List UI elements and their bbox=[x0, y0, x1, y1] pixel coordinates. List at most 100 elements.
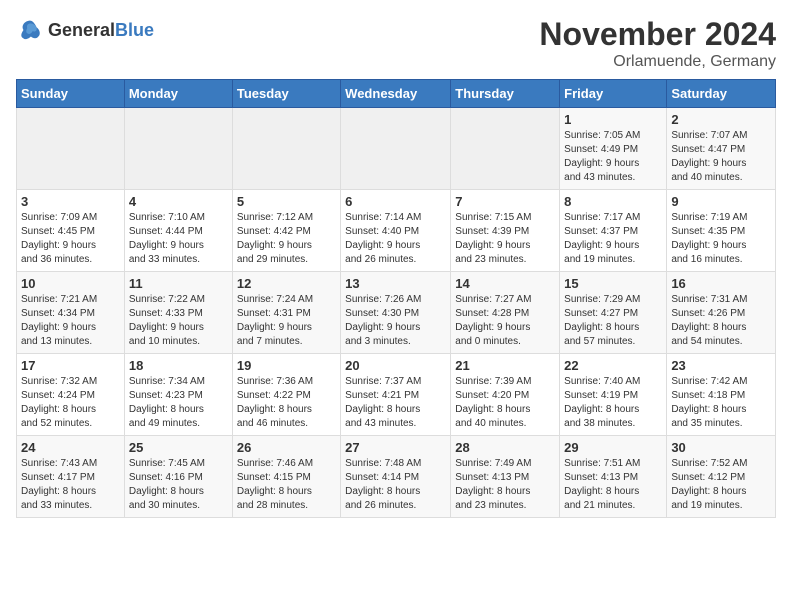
day-info: Sunrise: 7:36 AM Sunset: 4:22 PM Dayligh… bbox=[237, 375, 336, 431]
weekday-header-monday: Monday bbox=[124, 80, 232, 108]
logo-blue: Blue bbox=[115, 20, 154, 40]
day-cell: 10 Sunrise: 7:21 AM Sunset: 4:34 PM Dayli… bbox=[17, 272, 125, 354]
day-info: Sunrise: 7:48 AM Sunset: 4:14 PM Dayligh… bbox=[345, 457, 446, 513]
day-number: 24 bbox=[21, 440, 120, 455]
day-info: Sunrise: 7:22 AM Sunset: 4:33 PM Dayligh… bbox=[129, 293, 228, 349]
day-cell: 7 Sunrise: 7:15 AM Sunset: 4:39 PM Daylig… bbox=[451, 190, 560, 272]
day-number: 4 bbox=[129, 194, 228, 209]
day-number: 27 bbox=[345, 440, 446, 455]
day-info: Sunrise: 7:17 AM Sunset: 4:37 PM Dayligh… bbox=[564, 211, 662, 267]
weekday-row: SundayMondayTuesdayWednesdayThursdayFrid… bbox=[17, 80, 776, 108]
day-number: 7 bbox=[455, 194, 555, 209]
day-number: 26 bbox=[237, 440, 336, 455]
day-number: 29 bbox=[564, 440, 662, 455]
weekday-header-wednesday: Wednesday bbox=[341, 80, 451, 108]
day-info: Sunrise: 7:15 AM Sunset: 4:39 PM Dayligh… bbox=[455, 211, 555, 267]
day-number: 21 bbox=[455, 358, 555, 373]
day-number: 23 bbox=[671, 358, 771, 373]
day-cell: 24 Sunrise: 7:43 AM Sunset: 4:17 PM Dayli… bbox=[17, 436, 125, 518]
day-info: Sunrise: 7:12 AM Sunset: 4:42 PM Dayligh… bbox=[237, 211, 336, 267]
day-number: 17 bbox=[21, 358, 120, 373]
day-number: 15 bbox=[564, 276, 662, 291]
day-info: Sunrise: 7:05 AM Sunset: 4:49 PM Dayligh… bbox=[564, 129, 662, 185]
day-cell: 5 Sunrise: 7:12 AM Sunset: 4:42 PM Daylig… bbox=[232, 190, 340, 272]
logo-bird-icon bbox=[16, 16, 44, 44]
day-cell: 9Sunrise: 7:19 AM Sunset: 4:35 PM Daylig… bbox=[667, 190, 776, 272]
day-info: Sunrise: 7:27 AM Sunset: 4:28 PM Dayligh… bbox=[455, 293, 555, 349]
day-cell bbox=[17, 108, 125, 190]
day-number: 3 bbox=[21, 194, 120, 209]
day-cell bbox=[232, 108, 340, 190]
day-info: Sunrise: 7:51 AM Sunset: 4:13 PM Dayligh… bbox=[564, 457, 662, 513]
day-cell: 22Sunrise: 7:40 AM Sunset: 4:19 PM Dayli… bbox=[560, 354, 667, 436]
day-number: 6 bbox=[345, 194, 446, 209]
day-number: 11 bbox=[129, 276, 228, 291]
weekday-header-tuesday: Tuesday bbox=[232, 80, 340, 108]
day-cell: 27 Sunrise: 7:48 AM Sunset: 4:14 PM Dayli… bbox=[341, 436, 451, 518]
day-info: Sunrise: 7:42 AM Sunset: 4:18 PM Dayligh… bbox=[671, 375, 771, 431]
day-cell: 30Sunrise: 7:52 AM Sunset: 4:12 PM Dayli… bbox=[667, 436, 776, 518]
day-info: Sunrise: 7:52 AM Sunset: 4:12 PM Dayligh… bbox=[671, 457, 771, 513]
week-row-2: 3Sunrise: 7:09 AM Sunset: 4:45 PM Daylig… bbox=[17, 190, 776, 272]
weekday-header-sunday: Sunday bbox=[17, 80, 125, 108]
weekday-header-saturday: Saturday bbox=[667, 80, 776, 108]
day-info: Sunrise: 7:37 AM Sunset: 4:21 PM Dayligh… bbox=[345, 375, 446, 431]
day-info: Sunrise: 7:45 AM Sunset: 4:16 PM Dayligh… bbox=[129, 457, 228, 513]
day-cell: 3Sunrise: 7:09 AM Sunset: 4:45 PM Daylig… bbox=[17, 190, 125, 272]
day-info: Sunrise: 7:07 AM Sunset: 4:47 PM Dayligh… bbox=[671, 129, 771, 185]
day-number: 13 bbox=[345, 276, 446, 291]
day-info: Sunrise: 7:10 AM Sunset: 4:44 PM Dayligh… bbox=[129, 211, 228, 267]
day-number: 14 bbox=[455, 276, 555, 291]
weekday-header-friday: Friday bbox=[560, 80, 667, 108]
day-number: 5 bbox=[237, 194, 336, 209]
logo: GeneralBlue bbox=[16, 16, 154, 44]
day-cell: 14 Sunrise: 7:27 AM Sunset: 4:28 PM Dayli… bbox=[451, 272, 560, 354]
day-cell: 1 Sunrise: 7:05 AM Sunset: 4:49 PM Daylig… bbox=[560, 108, 667, 190]
day-info: Sunrise: 7:43 AM Sunset: 4:17 PM Dayligh… bbox=[21, 457, 120, 513]
day-cell: 29 Sunrise: 7:51 AM Sunset: 4:13 PM Dayli… bbox=[560, 436, 667, 518]
day-cell: 4 Sunrise: 7:10 AM Sunset: 4:44 PM Daylig… bbox=[124, 190, 232, 272]
day-cell: 20 Sunrise: 7:37 AM Sunset: 4:21 PM Dayli… bbox=[341, 354, 451, 436]
day-cell: 6 Sunrise: 7:14 AM Sunset: 4:40 PM Daylig… bbox=[341, 190, 451, 272]
day-info: Sunrise: 7:39 AM Sunset: 4:20 PM Dayligh… bbox=[455, 375, 555, 431]
day-number: 16 bbox=[671, 276, 771, 291]
day-info: Sunrise: 7:26 AM Sunset: 4:30 PM Dayligh… bbox=[345, 293, 446, 349]
calendar: SundayMondayTuesdayWednesdayThursdayFrid… bbox=[16, 79, 776, 518]
day-number: 2 bbox=[671, 112, 771, 127]
day-info: Sunrise: 7:21 AM Sunset: 4:34 PM Dayligh… bbox=[21, 293, 120, 349]
header: GeneralBlue November 2024 Orlamuende, Ge… bbox=[16, 16, 776, 71]
day-info: Sunrise: 7:46 AM Sunset: 4:15 PM Dayligh… bbox=[237, 457, 336, 513]
day-cell: 16Sunrise: 7:31 AM Sunset: 4:26 PM Dayli… bbox=[667, 272, 776, 354]
day-cell: 2 Sunrise: 7:07 AM Sunset: 4:47 PM Daylig… bbox=[667, 108, 776, 190]
day-number: 22 bbox=[564, 358, 662, 373]
day-cell bbox=[341, 108, 451, 190]
month-title: November 2024 bbox=[539, 16, 776, 53]
day-info: Sunrise: 7:34 AM Sunset: 4:23 PM Dayligh… bbox=[129, 375, 228, 431]
day-number: 9 bbox=[671, 194, 771, 209]
day-cell: 21 Sunrise: 7:39 AM Sunset: 4:20 PM Dayli… bbox=[451, 354, 560, 436]
week-row-3: 10 Sunrise: 7:21 AM Sunset: 4:34 PM Dayli… bbox=[17, 272, 776, 354]
day-number: 18 bbox=[129, 358, 228, 373]
day-cell: 19Sunrise: 7:36 AM Sunset: 4:22 PM Dayli… bbox=[232, 354, 340, 436]
day-number: 10 bbox=[21, 276, 120, 291]
day-cell bbox=[451, 108, 560, 190]
title-area: November 2024 Orlamuende, Germany bbox=[539, 16, 776, 71]
day-info: Sunrise: 7:32 AM Sunset: 4:24 PM Dayligh… bbox=[21, 375, 120, 431]
location-title: Orlamuende, Germany bbox=[539, 53, 776, 71]
day-number: 25 bbox=[129, 440, 228, 455]
day-info: Sunrise: 7:49 AM Sunset: 4:13 PM Dayligh… bbox=[455, 457, 555, 513]
day-cell: 25 Sunrise: 7:45 AM Sunset: 4:16 PM Dayli… bbox=[124, 436, 232, 518]
day-cell: 26 Sunrise: 7:46 AM Sunset: 4:15 PM Dayli… bbox=[232, 436, 340, 518]
day-cell: 17 Sunrise: 7:32 AM Sunset: 4:24 PM Dayli… bbox=[17, 354, 125, 436]
logo-text: GeneralBlue bbox=[48, 20, 154, 41]
day-info: Sunrise: 7:14 AM Sunset: 4:40 PM Dayligh… bbox=[345, 211, 446, 267]
week-row-5: 24 Sunrise: 7:43 AM Sunset: 4:17 PM Dayli… bbox=[17, 436, 776, 518]
day-cell: 8Sunrise: 7:17 AM Sunset: 4:37 PM Daylig… bbox=[560, 190, 667, 272]
day-cell bbox=[124, 108, 232, 190]
day-cell: 11 Sunrise: 7:22 AM Sunset: 4:33 PM Dayli… bbox=[124, 272, 232, 354]
day-number: 20 bbox=[345, 358, 446, 373]
week-row-4: 17 Sunrise: 7:32 AM Sunset: 4:24 PM Dayli… bbox=[17, 354, 776, 436]
logo-general: General bbox=[48, 20, 115, 40]
day-number: 1 bbox=[564, 112, 662, 127]
day-cell: 13 Sunrise: 7:26 AM Sunset: 4:30 PM Dayli… bbox=[341, 272, 451, 354]
